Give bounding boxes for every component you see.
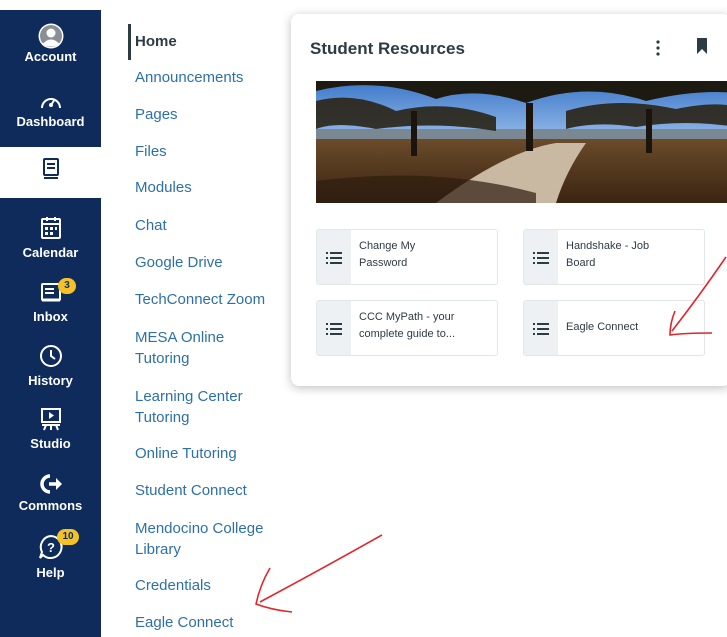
course-nav-student-connect[interactable]: Student Connect: [135, 481, 247, 501]
account-avatar-icon: [37, 22, 65, 49]
help-notification-badge: 10: [57, 529, 79, 545]
card-title: Student Resources: [310, 39, 465, 58]
nav-account[interactable]: Account: [0, 22, 101, 64]
list-icon: [533, 322, 549, 335]
tile-eagle-connect[interactable]: Eagle Connect: [523, 300, 705, 356]
svg-text:?: ?: [47, 540, 55, 555]
nav-studio-label: Studio: [30, 436, 71, 451]
campus-banner-image: [316, 81, 727, 203]
nav-commons[interactable]: Commons: [0, 473, 101, 513]
nav-dashboard-label: Dashboard: [16, 114, 85, 129]
course-nav-active-indicator: [128, 24, 131, 60]
nav-studio[interactable]: Studio: [0, 407, 101, 451]
nav-account-label: Account: [24, 49, 77, 64]
list-icon: [326, 251, 342, 264]
course-nav-pages[interactable]: Pages: [135, 105, 178, 125]
course-nav-learning-center-tutoring[interactable]: Learning Center Tutoring: [135, 386, 275, 428]
tile-change-my-password[interactable]: Change My Password: [316, 229, 498, 285]
course-nav-credentials[interactable]: Credentials: [135, 576, 211, 596]
inbox-unread-badge: 3: [58, 278, 76, 294]
course-nav-online-tutoring[interactable]: Online Tutoring: [135, 444, 237, 464]
nav-inbox-label: Inbox: [33, 309, 68, 324]
calendar-icon: [37, 216, 65, 244]
nav-help-label: Help: [36, 565, 65, 580]
course-nav-modules[interactable]: Modules: [135, 178, 192, 198]
tile-handshake-job-board[interactable]: Handshake - Job Board: [523, 229, 705, 285]
course-nav-eagle-connect[interactable]: Eagle Connect: [135, 613, 233, 633]
bookmark-icon[interactable]: [696, 38, 708, 54]
tile-label: Eagle Connect: [566, 321, 639, 333]
tile-label: Handshake - Job Board: [566, 240, 650, 269]
studio-icon: [37, 407, 65, 435]
course-nav-home[interactable]: Home: [135, 32, 177, 52]
course-nav-techconnect-zoom[interactable]: TechConnect Zoom: [135, 290, 287, 310]
history-clock-icon: [37, 344, 65, 372]
dashboard-icon: [37, 93, 65, 113]
nav-dashboard[interactable]: Dashboard: [0, 93, 101, 129]
list-icon: [326, 322, 342, 335]
course-nav-mendocino-college-library[interactable]: Mendocino College Library: [135, 518, 295, 560]
nav-history[interactable]: History: [0, 344, 101, 388]
commons-icon: [37, 473, 65, 497]
student-resources-card: Student Resources Change My Password Han…: [291, 14, 727, 386]
nav-help[interactable]: ? 10 Help: [0, 529, 101, 580]
nav-history-label: History: [28, 373, 73, 388]
kebab-menu-icon[interactable]: [656, 40, 660, 56]
list-icon: [533, 251, 549, 264]
course-nav-files[interactable]: Files: [135, 142, 167, 162]
tile-label: CCC MyPath - your complete guide to...: [359, 311, 456, 340]
nav-calendar-label: Calendar: [22, 245, 79, 260]
course-nav-mesa-online-tutoring[interactable]: MESA Online Tutoring: [135, 327, 255, 369]
tile-ccc-mypath[interactable]: CCC MyPath - your complete guide to...: [316, 300, 498, 356]
tile-label: Change My Password: [359, 240, 416, 269]
nav-courses[interactable]: [0, 158, 101, 182]
course-nav-chat[interactable]: Chat: [135, 216, 167, 236]
nav-commons-label: Commons: [18, 498, 83, 513]
course-nav-google-drive[interactable]: Google Drive: [135, 253, 223, 273]
nav-calendar[interactable]: Calendar: [0, 216, 101, 260]
course-nav-announcements[interactable]: Announcements: [135, 68, 243, 88]
nav-inbox[interactable]: 3 Inbox: [0, 278, 101, 324]
courses-book-icon: [37, 158, 65, 182]
